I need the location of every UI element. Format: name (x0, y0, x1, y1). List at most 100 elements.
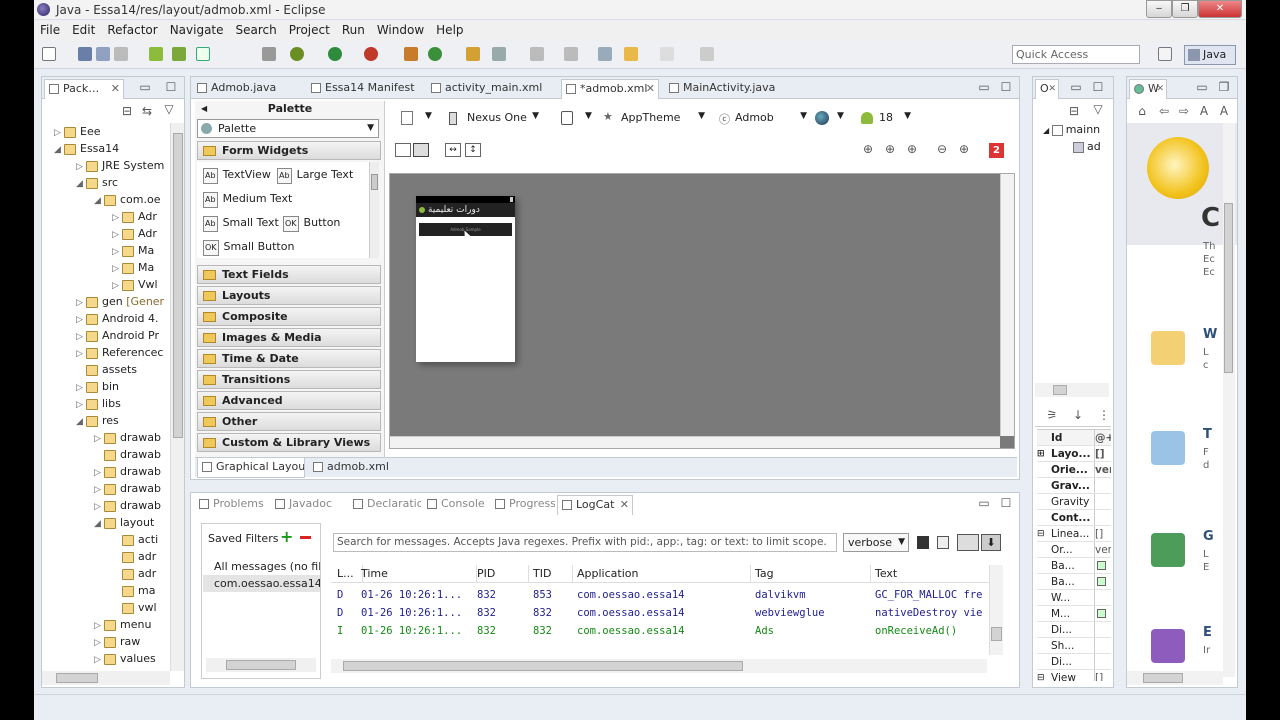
zoom-in-icon[interactable]: ⊕ (957, 143, 971, 157)
tab-graphical-layout[interactable]: Graphical Layout (197, 458, 305, 478)
tree-item[interactable]: ▷ Eee (42, 123, 170, 140)
menu-project[interactable]: Project (283, 21, 336, 39)
quick-access-input[interactable]: Quick Access (1012, 45, 1140, 64)
layout-canvas[interactable]: دورات تعليمية Admob Sample (389, 173, 1015, 449)
log-vscrollbar[interactable] (989, 565, 1003, 655)
filters-hscrollbar[interactable] (206, 658, 316, 672)
widget-list-scrollbar[interactable] (369, 162, 379, 258)
outline-hscroll-thumb[interactable] (1053, 385, 1067, 395)
zoom-out-icon[interactable]: ⊖ (935, 143, 949, 157)
log-level-select[interactable]: verbose ▼ (843, 533, 909, 552)
scrollbar-thumb[interactable] (173, 133, 183, 438)
log-vscroll-thumb[interactable] (991, 627, 1002, 641)
tree-item[interactable]: ma (42, 582, 170, 599)
log-column-header[interactable]: Text (871, 565, 991, 583)
chevron-down-icon[interactable]: ▼ (585, 111, 592, 121)
editor-tab[interactable]: Essa14 Manifest (307, 79, 421, 99)
editor-minimize-icon[interactable]: ▭ (977, 81, 991, 95)
welcome-hscroll-thumb[interactable] (1143, 673, 1183, 683)
property-expand-icon[interactable]: ⊟ (1037, 526, 1045, 541)
property-row[interactable]: ⊟ Linea...[] (1037, 526, 1111, 542)
font-decrease-icon[interactable]: A (1217, 105, 1231, 119)
zoom-to-fit-icon[interactable]: ⊕ (861, 143, 875, 157)
annotation-icon[interactable] (530, 47, 544, 61)
skip-breakpoints-icon[interactable] (262, 47, 276, 61)
property-row[interactable]: M... (1037, 606, 1111, 622)
property-row[interactable]: Sh... (1037, 638, 1111, 654)
properties-more-icon[interactable]: ⋮ (1097, 409, 1111, 423)
property-row[interactable]: W... (1037, 590, 1111, 606)
tree-item[interactable]: ▷ bin (42, 378, 170, 395)
bottom-maximize-icon[interactable]: ☐ (999, 497, 1013, 511)
property-row[interactable]: Di... (1037, 654, 1111, 670)
open-type-icon[interactable] (466, 47, 480, 61)
avd-manager-icon[interactable] (172, 47, 186, 61)
filter-all-messages[interactable]: All messages (no filte (203, 558, 320, 575)
tree-item[interactable]: drawab (42, 446, 170, 463)
editor-tab[interactable]: activity_main.xml (427, 79, 555, 99)
toggle-fill-width-icon[interactable]: ↔ (445, 143, 461, 157)
close-icon[interactable]: ✕ (620, 496, 629, 514)
welcome-item[interactable]: C Th Ec Ec (1127, 203, 1223, 285)
home-icon[interactable]: ⌂ (1135, 105, 1149, 119)
restore-view-icon[interactable]: ❐ (1217, 81, 1231, 95)
scroll-lock-icon[interactable]: ⬇ (981, 534, 1001, 551)
filters-hscroll-thumb[interactable] (226, 660, 296, 670)
bottom-tab[interactable]: Progress (491, 495, 555, 515)
remove-filter-icon[interactable] (300, 536, 311, 539)
welcome-vscroll-thumb[interactable] (1224, 203, 1233, 373)
orientation-icon[interactable] (561, 111, 573, 125)
log-hscrollbar[interactable] (331, 659, 987, 673)
palette-widget[interactable]: OK Small Button (203, 240, 294, 256)
debug-icon[interactable] (290, 47, 304, 61)
tree-item[interactable]: ▷ Adr (42, 225, 170, 242)
close-button[interactable]: ✕ (1198, 0, 1242, 18)
tree-item[interactable]: ▷ menu (42, 616, 170, 633)
outline-item-main[interactable]: ◢ mainn (1043, 123, 1113, 136)
palette-category[interactable]: Transitions (197, 370, 381, 389)
horizontal-scrollbar[interactable] (42, 671, 170, 685)
palette-category[interactable]: Time & Date (197, 349, 381, 368)
next-annotation-icon[interactable] (564, 47, 578, 61)
tree-item[interactable]: ▷ drawab (42, 429, 170, 446)
new-java-package-icon[interactable] (404, 47, 418, 61)
palette-category[interactable]: Advanced (197, 391, 381, 410)
new-icon[interactable] (42, 47, 56, 61)
android-sdk-icon[interactable] (149, 47, 163, 61)
palette-back-icon[interactable]: ◀ (201, 101, 207, 117)
log-row[interactable]: D 01-26 10:26:1... 832 832 com.oessao.essa14… (331, 604, 991, 622)
minimize-button[interactable]: ‒ (1146, 0, 1172, 18)
editor-tab[interactable]: Admob.java (193, 79, 301, 99)
close-icon[interactable]: ✕ (646, 80, 655, 98)
tree-item[interactable]: ◢ res (42, 412, 170, 429)
welcome-vscrollbar[interactable] (1223, 123, 1235, 677)
welcome-item[interactable]: GLE (1127, 529, 1223, 609)
maximize-view-icon[interactable]: ☐ (164, 81, 178, 95)
bottom-tab[interactable]: Problems (195, 495, 269, 515)
log-row[interactable]: D 01-26 10:26:1... 832 853 com.oessao.essa14… (331, 586, 991, 604)
close-icon[interactable]: ✕ (1156, 80, 1164, 98)
save-log-icon[interactable] (917, 536, 929, 549)
log-column-header[interactable]: PID (473, 565, 529, 583)
device-selector[interactable]: Nexus One ▼ (445, 111, 539, 127)
tree-item[interactable]: ▷ Android Pr (42, 327, 170, 344)
last-edit-icon[interactable] (598, 47, 612, 61)
activity-selector[interactable]: ⓒ Admob ▼ (719, 111, 807, 127)
bottom-tab[interactable]: Javadoc (271, 495, 347, 515)
palette-category[interactable]: Custom & Library Views (197, 433, 381, 452)
palette-category[interactable]: Text Fields (197, 265, 381, 284)
tree-item[interactable]: ▷ gen [Gener (42, 293, 170, 310)
save-icon[interactable] (78, 47, 92, 61)
tree-item[interactable]: assets (42, 361, 170, 378)
tree-item[interactable]: ▷ drawab (42, 497, 170, 514)
tab-xml-source[interactable]: admob.xml (309, 458, 399, 478)
chevron-down-icon[interactable]: ▼ (837, 111, 844, 121)
property-row[interactable]: Or...verl (1037, 542, 1111, 558)
maximize-view-icon[interactable]: ☐ (1091, 81, 1105, 95)
widget-scroll-thumb[interactable] (371, 174, 378, 190)
palette-category-form-widgets[interactable]: Form Widgets (197, 141, 381, 160)
add-filter-icon[interactable]: + (280, 529, 293, 545)
emulate-real-size-icon[interactable] (395, 143, 411, 157)
tree-item[interactable]: ◢ src (42, 174, 170, 191)
palette-widget[interactable]: Ab Medium Text (203, 192, 292, 208)
